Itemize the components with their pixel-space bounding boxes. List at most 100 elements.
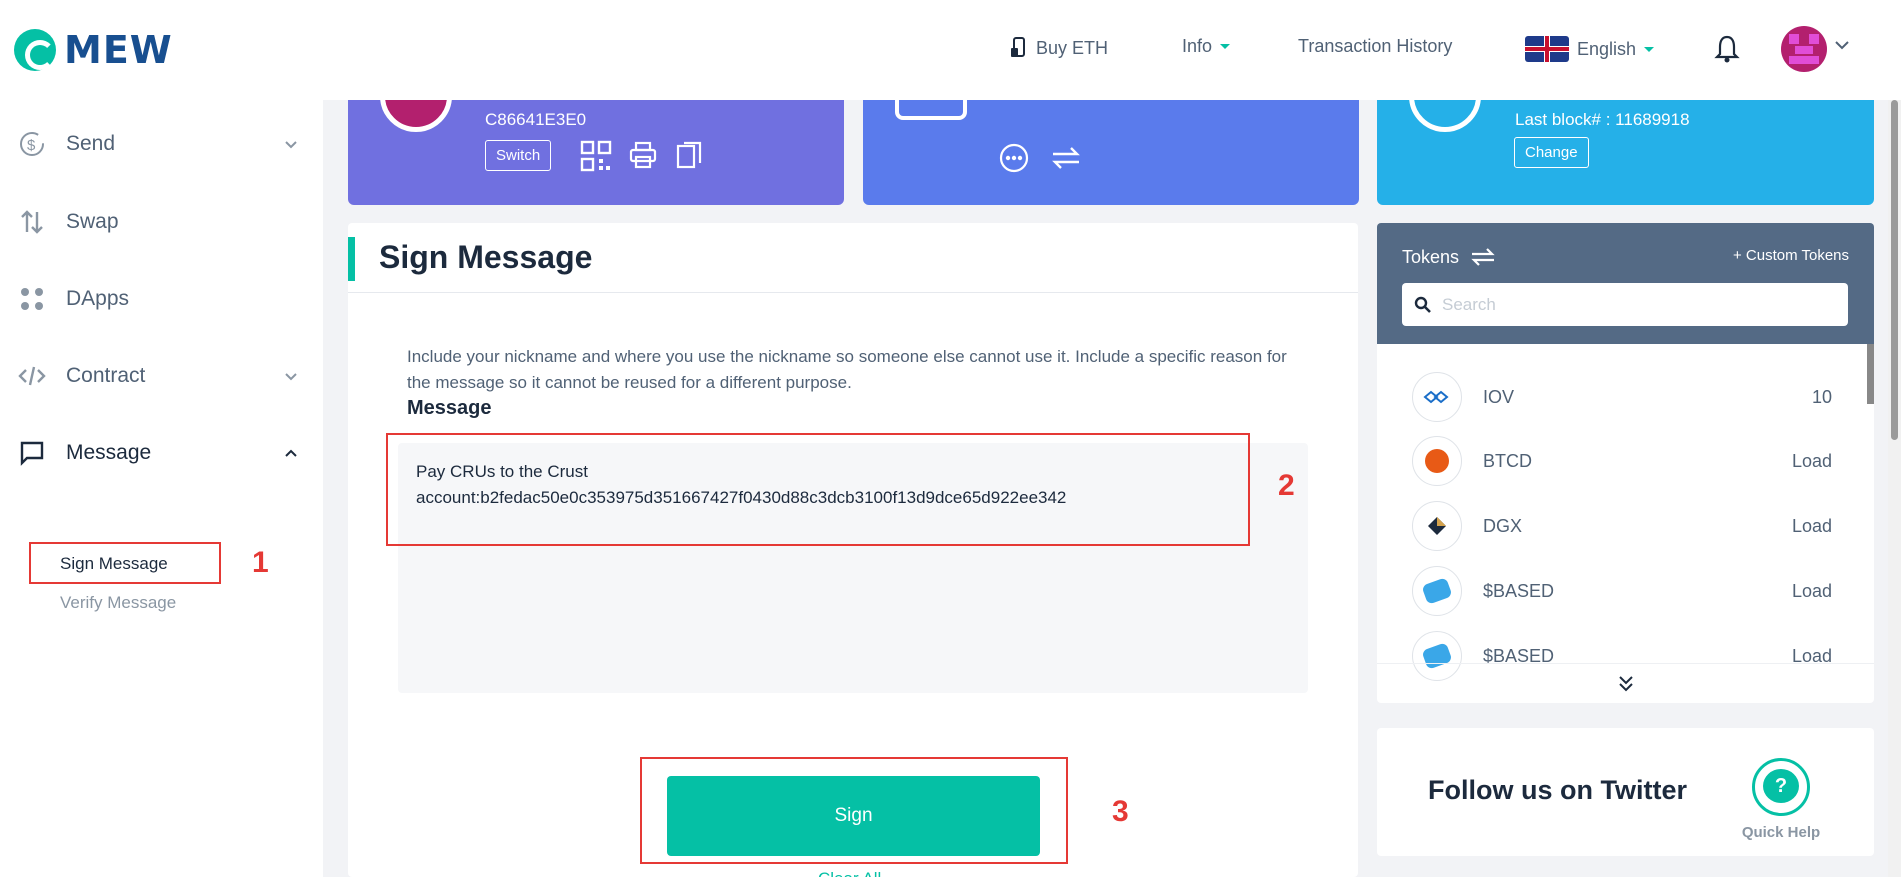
nav-buy-eth[interactable]: Buy ETH [1010, 36, 1108, 60]
token-row: IOV 10 [1412, 372, 1832, 422]
token-load-button[interactable]: Load [1792, 451, 1832, 472]
annotation-box-3 [640, 757, 1068, 864]
sidebar: $ Send Swap DApps Contract Message Sign … [0, 100, 323, 877]
sidebar-item-label: Send [66, 132, 116, 155]
nav-transaction-history[interactable]: Transaction History [1298, 36, 1452, 57]
chevron-up-icon [285, 449, 297, 457]
annotation-box-2 [386, 433, 1250, 546]
tokens-expand[interactable] [1377, 663, 1874, 703]
card-icon [1011, 37, 1025, 57]
tokens-title: Tokens [1402, 246, 1497, 268]
copy-icon[interactable] [676, 140, 702, 170]
token-row: DGX Load [1412, 501, 1832, 551]
token-row: BTCD Load [1412, 436, 1832, 486]
last-block: Last block# : 11689918 [1515, 110, 1690, 129]
clear-all-link[interactable]: Clear All [818, 869, 881, 877]
quick-help-widget[interactable]: ? Quick Help [1736, 758, 1826, 841]
page-title: Sign Message [379, 239, 593, 275]
annotation-number-1: 1 [252, 546, 269, 579]
refresh-icon[interactable] [1469, 246, 1497, 268]
iov-token-icon [1412, 372, 1462, 422]
chevron-down-icon [285, 140, 297, 148]
balance-card [863, 100, 1359, 205]
caret-down-icon [1220, 44, 1231, 49]
double-chevron-down-icon[interactable] [1618, 675, 1634, 693]
sidebar-subitem-verify-message[interactable]: Verify Message [60, 593, 176, 613]
uk-flag-icon [1525, 36, 1569, 62]
nav-info[interactable]: Info [1182, 36, 1231, 57]
token-load-button[interactable]: Load [1792, 581, 1832, 602]
page-scrollbar-thumb[interactable] [1891, 100, 1898, 440]
sidebar-item-label: Swap [66, 210, 119, 233]
sidebar-item-label: Contract [66, 364, 146, 387]
annotation-number-3: 3 [1112, 795, 1129, 828]
based-token-icon [1412, 566, 1462, 616]
logo-text: MEW [64, 28, 173, 72]
chevron-down-icon [285, 372, 297, 380]
title-accent-bar [348, 237, 355, 281]
token-search[interactable] [1402, 283, 1848, 326]
change-network-button[interactable]: Change [1514, 137, 1589, 168]
annotation-number-2: 2 [1278, 469, 1295, 502]
address-avatar [380, 100, 452, 132]
token-value: 10 [1811, 386, 1832, 407]
refresh-icon[interactable] [1049, 142, 1083, 174]
nav-info-label: Info [1182, 36, 1213, 56]
top-header: MEW Buy ETH Info Transaction History Eng… [0, 0, 1901, 100]
chevron-down-icon[interactable] [1834, 40, 1850, 50]
avatar[interactable] [1781, 26, 1827, 72]
svg-text:$: $ [27, 137, 36, 154]
token-row: $BASED Load [1412, 566, 1832, 616]
network-card: Last block# : 11689918 Change [1377, 100, 1874, 205]
sign-message-description: Include your nickname and where you use … [407, 347, 1287, 392]
qr-code-icon[interactable] [580, 140, 612, 172]
mew-logo[interactable]: MEW [14, 28, 173, 72]
language-selector[interactable]: English [1525, 36, 1655, 62]
dapps-icon [21, 288, 43, 310]
follow-twitter-text[interactable]: Follow us on Twitter [1428, 775, 1687, 806]
swap-icon [21, 210, 43, 234]
token-name: IOV [1483, 386, 1515, 407]
quick-help-label: Quick Help [1741, 824, 1821, 841]
sidebar-item-label: Message [66, 441, 152, 464]
custom-tokens-link[interactable]: + Custom Tokens [1733, 247, 1849, 264]
sidebar-item-message[interactable]: Message [18, 439, 298, 467]
token-name: $BASED [1483, 580, 1555, 601]
token-search-input[interactable] [1442, 294, 1832, 315]
token-name: DGX [1483, 515, 1523, 536]
bell-icon[interactable] [1714, 34, 1740, 64]
send-icon: $ [20, 132, 44, 156]
tokens-header: Tokens + Custom Tokens [1377, 223, 1874, 344]
sidebar-item-dapps[interactable]: DApps [18, 285, 298, 313]
sidebar-item-swap[interactable]: Swap [18, 208, 298, 236]
dgx-token-icon [1412, 501, 1462, 551]
annotation-box-1 [29, 542, 221, 584]
tokens-scrollbar[interactable] [1867, 344, 1874, 404]
sidebar-item-send[interactable]: $ Send [18, 130, 298, 158]
quick-help-icon: ? [1752, 758, 1810, 816]
token-load-button[interactable]: Load [1792, 516, 1832, 537]
tokens-title-label: Tokens [1402, 246, 1460, 267]
language-label: English [1577, 38, 1637, 59]
nav-buy-eth-label: Buy ETH [1036, 37, 1109, 58]
sidebar-item-label: DApps [66, 287, 130, 310]
divider [348, 292, 1358, 293]
message-label: Message [407, 397, 492, 419]
print-icon[interactable] [628, 140, 658, 170]
nav-transaction-history-label: Transaction History [1298, 36, 1453, 56]
address-fragment: C86641E3E0 [485, 110, 587, 129]
caret-down-icon [1644, 46, 1655, 52]
search-icon [1414, 296, 1431, 313]
more-icon[interactable] [998, 142, 1030, 174]
wallet-icon [895, 100, 967, 120]
mew-logo-icon [14, 29, 56, 71]
btcd-token-icon [1412, 436, 1462, 486]
token-name: BTCD [1483, 450, 1532, 471]
tokens-panel: Tokens + Custom Tokens IOV 10 BTCD Load … [1377, 223, 1874, 703]
address-card: C86641E3E0 Switch [348, 100, 844, 205]
network-icon [1409, 100, 1481, 132]
switch-button[interactable]: Switch [485, 140, 552, 171]
message-icon [20, 441, 44, 466]
code-icon [18, 366, 46, 386]
sidebar-item-contract[interactable]: Contract [18, 362, 298, 390]
